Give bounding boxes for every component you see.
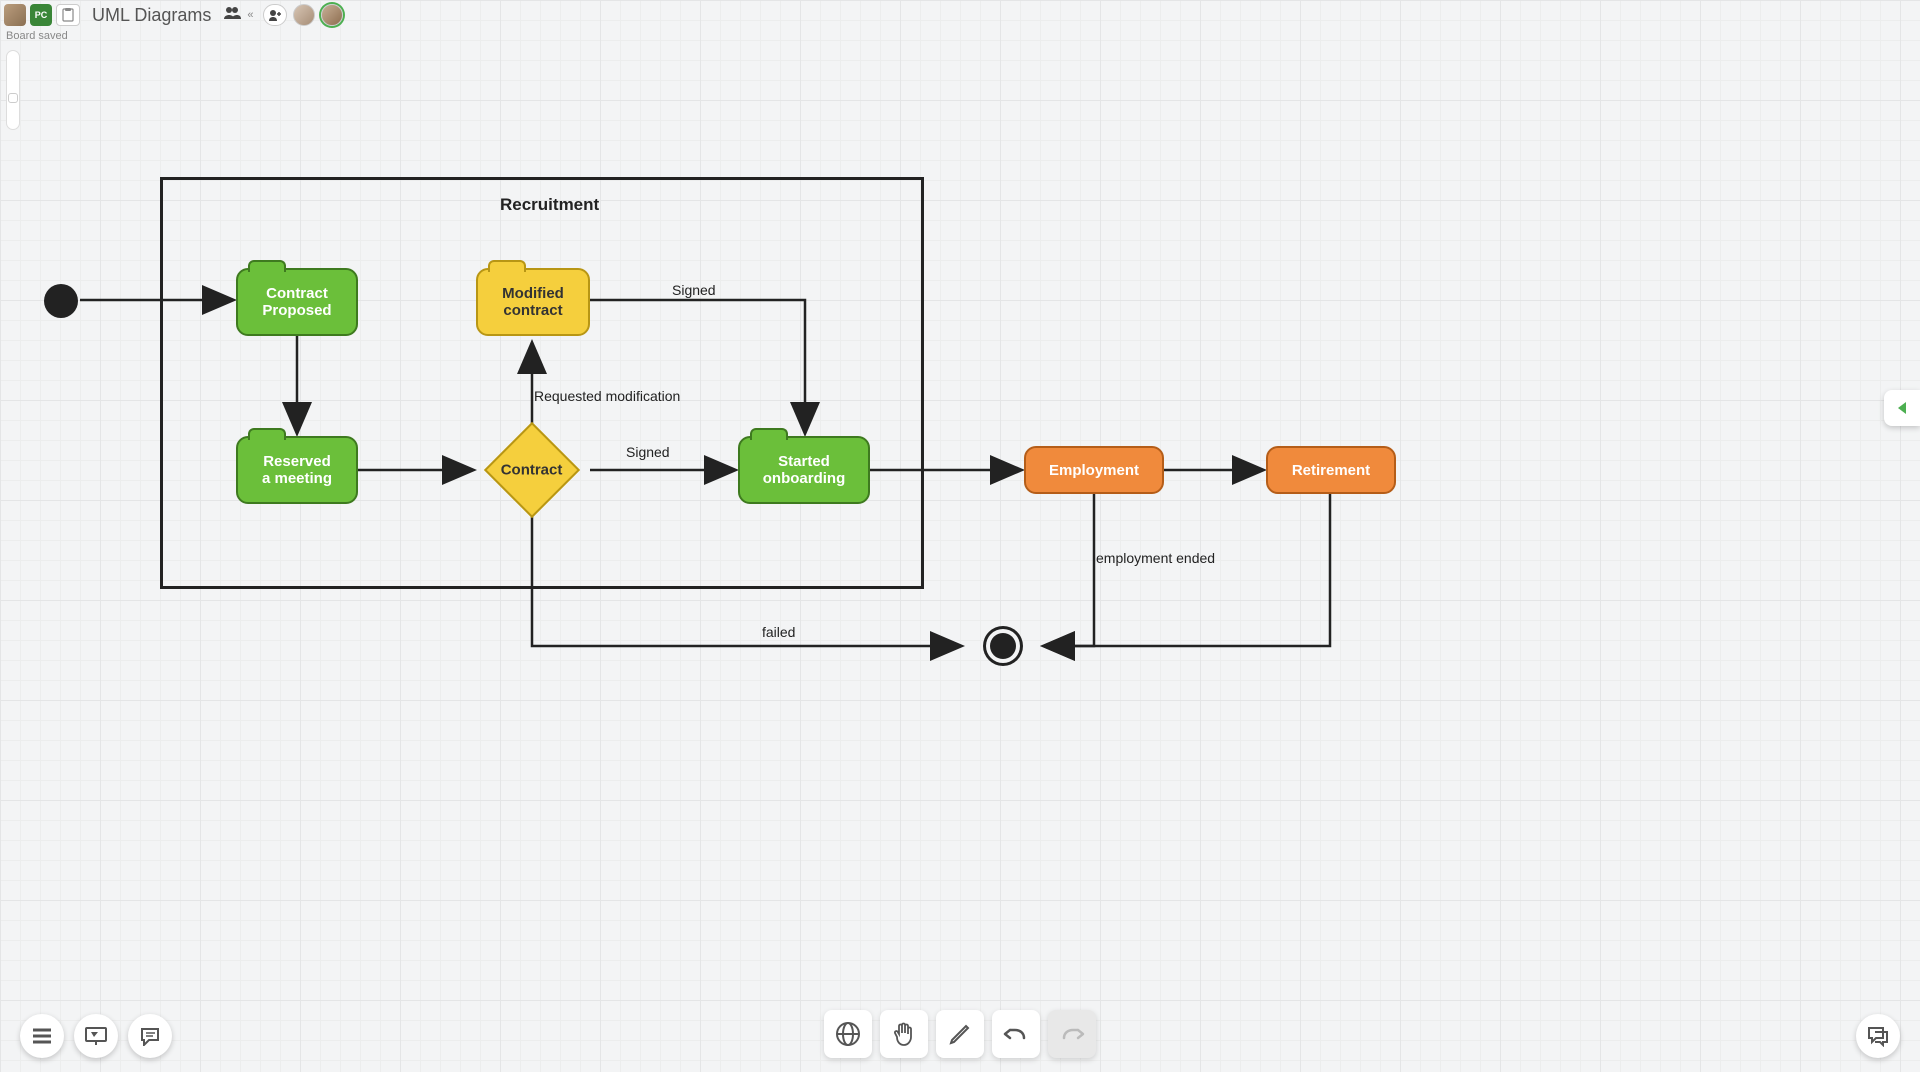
owner-avatar[interactable] <box>4 4 26 26</box>
comment-icon <box>139 1026 161 1046</box>
node-contract-proposed[interactable]: Contract Proposed <box>236 268 358 336</box>
pencil-icon <box>947 1021 973 1047</box>
node-retirement[interactable]: Retirement <box>1266 446 1396 494</box>
edge-label-failed: failed <box>762 624 795 640</box>
bottom-left-toolbar <box>20 1014 172 1058</box>
save-status: Board saved <box>6 30 68 42</box>
network-tool[interactable] <box>824 1010 872 1058</box>
board-title[interactable]: UML Diagrams <box>92 5 211 26</box>
triangle-left-icon <box>1894 400 1910 416</box>
center-toolbar <box>824 1010 1096 1058</box>
pan-tool[interactable] <box>880 1010 928 1058</box>
menu-icon <box>31 1027 53 1045</box>
node-employment[interactable]: Employment <box>1024 446 1164 494</box>
undo-button[interactable] <box>992 1010 1040 1058</box>
zoom-slider-knob[interactable] <box>8 93 18 103</box>
redo-button <box>1048 1010 1096 1058</box>
add-user-button[interactable] <box>263 4 287 26</box>
collaborator-avatar-2[interactable] <box>321 4 343 26</box>
clipboard-button[interactable] <box>56 4 80 26</box>
edge-label-signed-2: Signed <box>626 444 670 460</box>
composite-state-label: Recruitment <box>500 195 599 215</box>
user-avatar-pc[interactable]: PC <box>30 4 52 26</box>
menu-button[interactable] <box>20 1014 64 1058</box>
draw-tool[interactable] <box>936 1010 984 1058</box>
node-started-onboarding[interactable]: Started onboarding <box>738 436 870 504</box>
zoom-slider[interactable] <box>6 50 20 130</box>
collapse-chevron-icon[interactable]: « <box>247 9 253 21</box>
node-reserved-meeting[interactable]: Reserved a meeting <box>236 436 358 504</box>
top-bar: PC UML Diagrams « <box>4 4 343 26</box>
undo-icon <box>1002 1024 1030 1044</box>
side-panel-toggle[interactable] <box>1884 390 1920 426</box>
node-modified-contract[interactable]: Modified contract <box>476 268 590 336</box>
edge-label-requested-modification: Requested modification <box>534 388 680 404</box>
comments-button[interactable] <box>128 1014 172 1058</box>
edge-label-employment-ended: employment ended <box>1096 550 1215 566</box>
collaborators-icon[interactable] <box>223 6 241 25</box>
presentation-button[interactable] <box>74 1014 118 1058</box>
clipboard-icon <box>62 8 74 22</box>
node-contract-choice-label: Contract <box>501 462 563 479</box>
globe-icon <box>834 1020 862 1048</box>
chat-icon <box>1866 1025 1890 1047</box>
presentation-icon <box>84 1026 108 1046</box>
chat-button[interactable] <box>1856 1014 1900 1058</box>
hand-icon <box>890 1020 918 1048</box>
final-state[interactable] <box>990 633 1016 659</box>
composite-state-frame[interactable] <box>160 177 924 589</box>
redo-icon <box>1058 1024 1086 1044</box>
diagram-canvas: Recruitment Contract Proposed Modified c… <box>0 0 1920 1072</box>
initial-state[interactable] <box>44 284 78 318</box>
collaborator-avatar-1[interactable] <box>293 4 315 26</box>
edge-label-signed-1: Signed <box>672 282 716 298</box>
add-user-icon <box>268 9 282 21</box>
